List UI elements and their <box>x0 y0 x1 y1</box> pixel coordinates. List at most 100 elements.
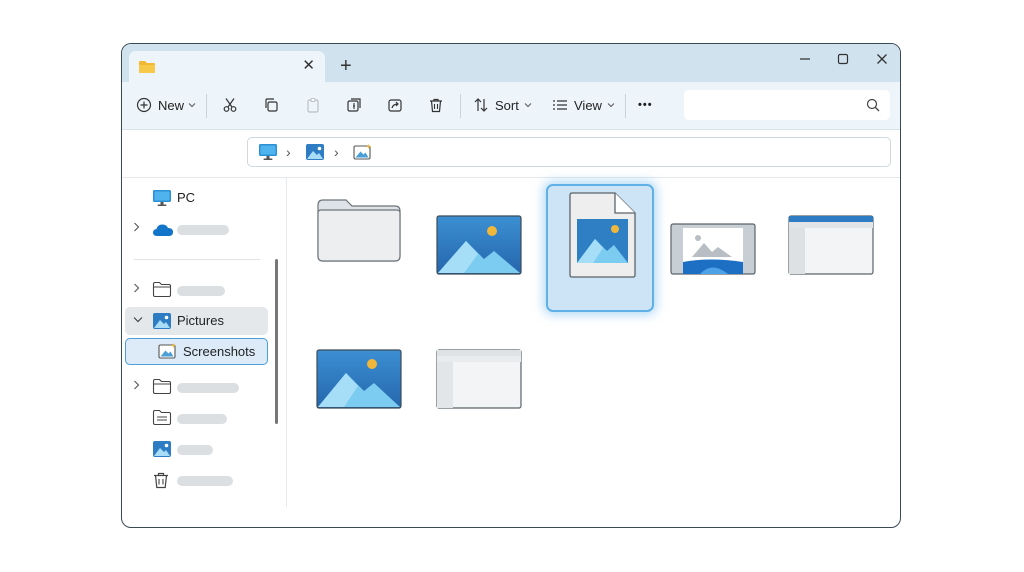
sidebar-item-pictures[interactable]: Pictures <box>125 307 268 335</box>
more-options-button[interactable]: ••• <box>638 92 653 118</box>
sidebar-item-recycle-bin[interactable] <box>125 466 268 494</box>
sidebar-item-images[interactable] <box>125 435 268 463</box>
redacted-label <box>177 286 225 296</box>
image-document-icon <box>567 192 637 283</box>
close-button[interactable] <box>867 50 897 72</box>
sort-icon <box>473 97 489 113</box>
copy-button[interactable] <box>263 92 279 118</box>
sort-button[interactable]: Sort <box>473 92 532 118</box>
sidebar-item-label: Pictures <box>177 313 224 328</box>
image-file-item[interactable] <box>316 349 402 414</box>
window-thumbnail-icon <box>788 215 874 279</box>
breadcrumb-pictures[interactable] <box>305 143 325 166</box>
sidebar-item-label: PC <box>177 190 196 205</box>
image-file-item[interactable] <box>436 215 522 280</box>
folder-item[interactable] <box>316 197 402 268</box>
window-thumbnail-icon <box>436 349 522 413</box>
pictures-icon <box>305 144 325 165</box>
monitor-icon <box>152 189 172 212</box>
close-icon <box>876 52 888 70</box>
rename-button[interactable] <box>346 92 362 118</box>
minimize-button[interactable] <box>790 50 820 72</box>
breadcrumb-screenshots[interactable] <box>353 143 373 166</box>
search-box[interactable] <box>684 90 890 120</box>
chevron-right-icon <box>133 222 140 235</box>
view-button-label: View <box>574 97 602 113</box>
view-button[interactable]: View <box>552 92 615 118</box>
new-button-label: New <box>158 97 185 113</box>
rename-icon <box>346 97 362 113</box>
file-explorer-window: ✕ + New Sort View ••• › › PC Pictures Sc… <box>121 43 901 528</box>
chevron-down-icon <box>188 102 196 108</box>
sort-button-label: Sort <box>495 97 519 113</box>
minimize-icon <box>799 52 811 70</box>
file-view <box>288 177 900 527</box>
maximize-button[interactable] <box>828 50 858 72</box>
window-screenshot-item[interactable] <box>788 215 874 280</box>
tab-close-icon[interactable]: ✕ <box>302 58 315 73</box>
monitor-icon <box>258 144 278 165</box>
new-tab-button[interactable]: + <box>340 56 352 76</box>
maximize-icon <box>837 52 849 70</box>
sidebar-item-folder[interactable] <box>125 276 268 304</box>
pictures-icon <box>152 312 172 335</box>
search-icon <box>866 98 880 117</box>
new-button[interactable]: New <box>136 92 196 118</box>
sidebar-scrollbar[interactable] <box>275 259 278 424</box>
title-bar: ✕ + <box>122 44 900 82</box>
sidebar-item-screenshots[interactable]: Screenshots <box>125 338 268 365</box>
navigation-pane: PC Pictures Screenshots <box>122 177 272 527</box>
breadcrumb-chevron-icon: › <box>286 144 291 160</box>
screenshots-icon <box>158 342 178 365</box>
screenshot-thumbnail-icon <box>670 223 756 279</box>
list-view-icon <box>552 97 568 113</box>
chevron-down-icon <box>524 102 532 108</box>
screenshot-file-item[interactable] <box>670 223 756 280</box>
toolbar-separator <box>625 94 626 118</box>
command-bar: New Sort View ••• <box>122 82 900 130</box>
scissors-icon <box>222 97 238 113</box>
redacted-label <box>177 476 233 486</box>
toolbar-separator <box>206 94 207 118</box>
screenshots-icon <box>353 144 373 165</box>
chevron-right-icon <box>133 283 140 296</box>
documents-folder-icon <box>152 409 172 431</box>
chevron-down-icon <box>133 314 143 326</box>
toolbar-separator <box>460 94 461 118</box>
redacted-label <box>177 445 213 455</box>
copy-icon <box>263 97 279 113</box>
tab-current-folder[interactable]: ✕ <box>129 51 325 82</box>
sidebar-item-pc[interactable]: PC <box>125 184 268 212</box>
chevron-right-icon <box>133 380 140 393</box>
share-button[interactable] <box>387 92 403 118</box>
redacted-label <box>177 225 229 235</box>
breadcrumb-pc[interactable] <box>258 143 278 166</box>
landscape-image-icon <box>436 215 522 279</box>
sidebar-divider <box>134 259 260 260</box>
delete-button[interactable] <box>428 92 444 118</box>
folder-outline-icon <box>152 378 172 400</box>
address-bar[interactable]: › › <box>247 137 891 167</box>
landscape-image-icon <box>316 349 402 413</box>
folder-icon <box>138 60 156 79</box>
redacted-label <box>177 383 239 393</box>
trash-icon <box>428 97 444 113</box>
folder-icon <box>316 199 402 267</box>
folder-outline-icon <box>152 281 172 303</box>
address-row: › › <box>122 129 900 178</box>
breadcrumb-chevron-icon: › <box>334 144 339 160</box>
pane-divider <box>286 177 287 507</box>
sidebar-item-onedrive[interactable] <box>125 215 268 243</box>
sidebar-item-documents[interactable] <box>125 404 268 432</box>
cloud-icon <box>152 223 174 242</box>
image-icon <box>152 440 172 463</box>
cut-button[interactable] <box>222 92 238 118</box>
sidebar-item-label: Screenshots <box>183 344 256 359</box>
window-screenshot-item[interactable] <box>436 349 522 414</box>
selected-file-item[interactable] <box>546 184 654 312</box>
share-icon <box>387 97 403 113</box>
sidebar-item-folder[interactable] <box>125 373 268 401</box>
paste-button[interactable] <box>305 92 321 118</box>
chevron-down-icon <box>607 102 615 108</box>
plus-circle-icon <box>136 97 152 113</box>
